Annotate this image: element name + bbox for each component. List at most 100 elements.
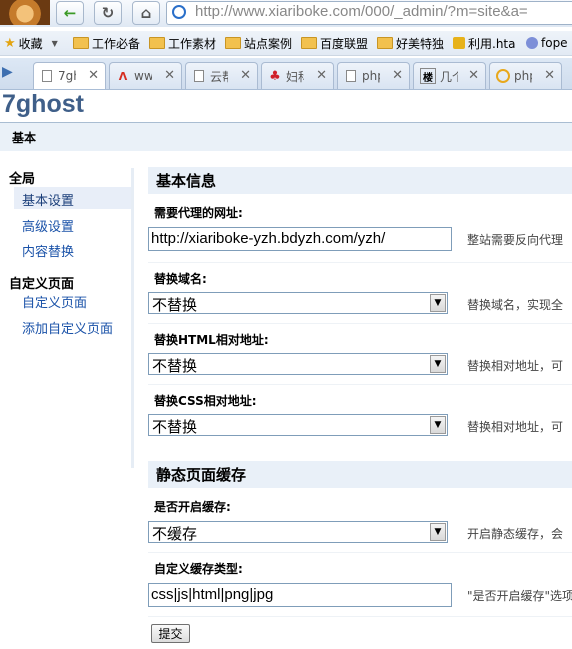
close-icon[interactable]: ✕ bbox=[468, 68, 479, 83]
replace-domain-hint: 替换域名，实现全 bbox=[467, 298, 564, 312]
section-title: 静态页面缓存 bbox=[156, 466, 247, 484]
row-separator bbox=[148, 384, 572, 385]
tab-label: php bbox=[362, 69, 380, 83]
select-value: 不替换 bbox=[152, 296, 198, 314]
sidebar-item-content-replace[interactable]: 内容替换 bbox=[22, 241, 74, 260]
cache-enabled-select[interactable]: 不缓存 ▼ bbox=[148, 521, 448, 543]
chevron-down-icon[interactable]: ▼ bbox=[430, 355, 446, 373]
section-title: 基本信息 bbox=[156, 172, 217, 190]
reload-icon: ↻ bbox=[101, 4, 115, 22]
bookmark-link[interactable]: fope bbox=[526, 34, 568, 52]
proxy-url-hint: 整站需要反向代理 bbox=[467, 233, 564, 247]
sidebar-item-advanced-settings[interactable]: 高级设置 bbox=[22, 216, 74, 235]
replace-domain-label: 替换域名: bbox=[154, 272, 207, 286]
bookmark-folder[interactable]: 工作必备 bbox=[73, 34, 140, 52]
nav-tab-basic[interactable]: 基本 bbox=[12, 129, 36, 146]
tab-bar: ▶ 7gh ✕ Λ ww ✕ 云帮 ✕ ♣ 妇科 ✕ php ✕ 楼 几个 ✕ … bbox=[0, 58, 572, 90]
cache-enabled-hint: 开启静态缓存，会 bbox=[467, 527, 564, 541]
chevron-down-icon: ▼ bbox=[51, 38, 58, 48]
back-button[interactable]: ← bbox=[56, 1, 84, 25]
trophy-icon bbox=[453, 37, 465, 49]
replace-css-label: 替换CSS相对地址: bbox=[154, 394, 257, 408]
folder-icon bbox=[149, 37, 165, 49]
tab-label: 云帮 bbox=[210, 69, 228, 84]
submit-button[interactable]: 提交 bbox=[151, 624, 190, 643]
browser-tab[interactable]: 云帮 ✕ bbox=[185, 62, 258, 89]
bookmark-label: 利用.hta bbox=[468, 36, 516, 51]
browser-tab[interactable]: php ✕ bbox=[337, 62, 410, 89]
browser-tab[interactable]: 7gh ✕ bbox=[33, 62, 106, 89]
select-value: 不缓存 bbox=[152, 525, 198, 543]
close-icon[interactable]: ✕ bbox=[544, 68, 555, 83]
chevron-down-icon[interactable]: ▼ bbox=[430, 523, 446, 541]
browser-tab[interactable]: 楼 几个 ✕ bbox=[413, 62, 486, 89]
browser-tab[interactable]: Λ ww ✕ bbox=[109, 62, 182, 89]
folder-icon bbox=[225, 37, 241, 49]
sidebar-item-add-custom-page[interactable]: 添加自定义页面 bbox=[22, 318, 113, 337]
page-icon bbox=[344, 69, 358, 83]
page-icon bbox=[192, 69, 206, 83]
replace-html-hint: 替换相对地址，可 bbox=[467, 359, 564, 373]
tab-label: php bbox=[514, 69, 532, 83]
bookmark-label: 站点案例 bbox=[244, 36, 293, 51]
chevron-down-icon[interactable]: ▼ bbox=[430, 416, 446, 434]
tab-label: 7gh bbox=[58, 69, 76, 83]
url-text[interactable]: http://www.xiariboke.com/000/_admin/?m=s… bbox=[195, 3, 528, 20]
tab-label: ww bbox=[134, 69, 152, 83]
bookmark-label: fope bbox=[541, 36, 568, 50]
top-nav: 基本 bbox=[0, 123, 572, 151]
sidebar-divider bbox=[131, 168, 134, 468]
bookmarks-bar: ★ 收藏 ▼ 工作必备 工作素材 站点案例 百度联盟 好美特独 利用.hta f… bbox=[0, 31, 572, 56]
proxy-url-input[interactable]: http://xiariboke-yzh.bdyzh.com/yzh/ bbox=[148, 227, 452, 251]
replace-css-hint: 替换相对地址，可 bbox=[467, 420, 564, 434]
browser-tab[interactable]: php ✕ bbox=[489, 62, 562, 89]
bookmark-label: 收藏 bbox=[18, 36, 43, 51]
reload-button[interactable]: ↻ bbox=[94, 1, 122, 25]
bookmark-folder[interactable]: 好美特独 bbox=[377, 34, 444, 52]
tab-label: 妇科 bbox=[286, 69, 304, 84]
home-button[interactable]: ⌂ bbox=[132, 1, 160, 25]
close-icon[interactable]: ✕ bbox=[88, 68, 99, 83]
sidebar-toggle-icon[interactable]: ▶ bbox=[2, 64, 24, 84]
replace-html-label: 替换HTML相对地址: bbox=[154, 333, 269, 347]
browser-toolbar: ← ↻ ⌂ http://www.xiariboke.com/000/_admi… bbox=[0, 0, 572, 27]
globe-icon bbox=[172, 5, 186, 19]
sidebar-item-basic-settings[interactable]: 基本设置 bbox=[22, 190, 74, 209]
folder-icon bbox=[73, 37, 89, 49]
chevron-down-icon[interactable]: ▼ bbox=[430, 294, 446, 312]
section-static-cache: 静态页面缓存 bbox=[148, 461, 572, 488]
close-icon[interactable]: ✕ bbox=[240, 68, 251, 83]
bookmark-favorites[interactable]: ★ 收藏 ▼ bbox=[4, 34, 58, 52]
replace-html-select[interactable]: 不替换 ▼ bbox=[148, 353, 448, 375]
bookmark-folder[interactable]: 百度联盟 bbox=[301, 34, 368, 52]
browser-tab[interactable]: ♣ 妇科 ✕ bbox=[261, 62, 334, 89]
row-separator bbox=[148, 323, 572, 324]
bookmark-folder[interactable]: 工作素材 bbox=[149, 34, 216, 52]
nav-group-global: 全局 bbox=[9, 172, 36, 187]
section-basic-info: 基本信息 bbox=[148, 167, 572, 194]
sidebar-item-custom-pages[interactable]: 自定义页面 bbox=[22, 292, 87, 311]
bookmark-folder[interactable]: 站点案例 bbox=[225, 34, 292, 52]
row-separator bbox=[148, 262, 572, 263]
close-icon[interactable]: ✕ bbox=[164, 68, 175, 83]
select-value: 不替换 bbox=[152, 418, 198, 436]
replace-css-select[interactable]: 不替换 ▼ bbox=[148, 414, 448, 436]
close-icon[interactable]: ✕ bbox=[392, 68, 403, 83]
nav-group-custom-pages: 自定义页面 bbox=[9, 277, 75, 292]
folder-icon bbox=[377, 37, 393, 49]
star-icon: ★ bbox=[4, 35, 16, 51]
bookmark-label: 百度联盟 bbox=[320, 36, 369, 51]
close-icon[interactable]: ✕ bbox=[316, 68, 327, 83]
arrow-left-icon: ← bbox=[63, 4, 77, 22]
site-logo[interactable]: 7ghost bbox=[2, 90, 84, 119]
avatar[interactable] bbox=[0, 0, 50, 25]
cache-types-hint: "是否开启缓存"选项 bbox=[467, 589, 572, 603]
home-icon: ⌂ bbox=[140, 4, 152, 22]
globe-icon bbox=[526, 37, 538, 49]
replace-domain-select[interactable]: 不替换 ▼ bbox=[148, 292, 448, 314]
cache-types-input[interactable]: css|js|html|png|jpg bbox=[148, 583, 452, 607]
bookmark-label: 好美特独 bbox=[396, 36, 445, 51]
bookmark-label: 工作必备 bbox=[92, 36, 141, 51]
address-bar[interactable]: http://www.xiariboke.com/000/_admin/?m=s… bbox=[166, 1, 572, 25]
bookmark-link[interactable]: 利用.hta bbox=[453, 34, 515, 52]
